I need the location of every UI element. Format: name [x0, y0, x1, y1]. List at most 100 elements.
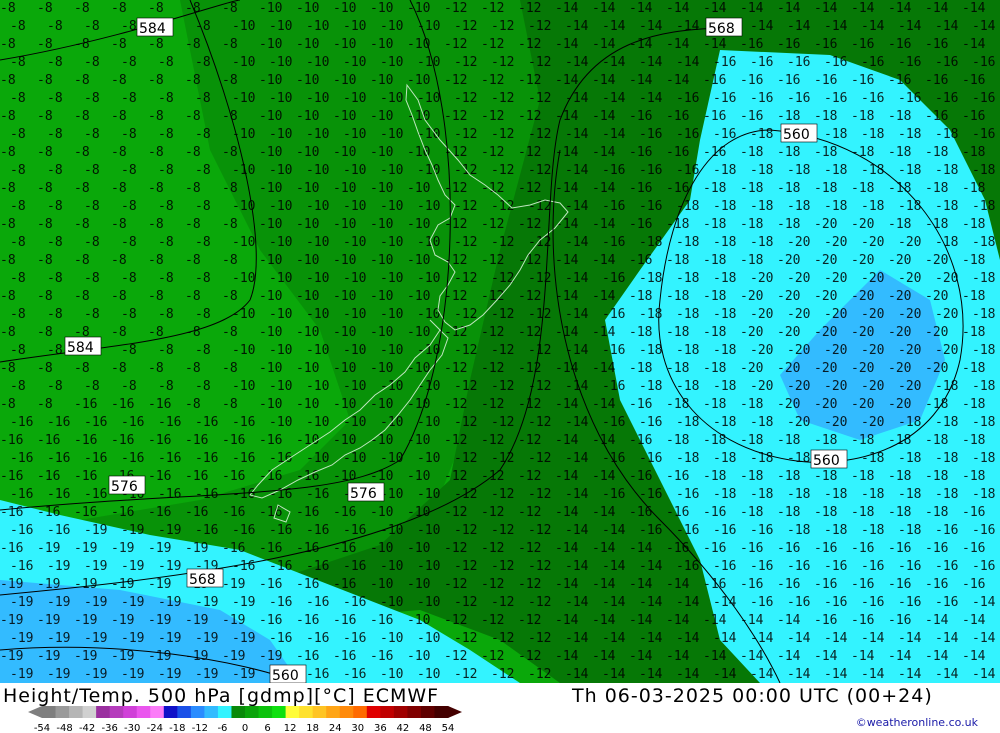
colorbar-swatch: [69, 706, 84, 718]
colorbar-swatch: [285, 706, 300, 718]
temperature-value-label: -8: [222, 217, 238, 232]
temperature-value-label: -14: [824, 19, 848, 34]
temperature-value-label: -10: [370, 397, 393, 412]
temperature-value-label: -8: [0, 217, 16, 232]
temperature-value-label: -8: [74, 253, 90, 268]
temperature-value-label: -12: [528, 91, 551, 106]
temperature-value-label: -14: [565, 55, 589, 70]
temperature-value-label: -20: [888, 253, 911, 268]
temperature-value-label: -16: [787, 55, 810, 70]
temperature-value-label: -18: [750, 415, 773, 430]
temperature-value-label: -12: [518, 37, 541, 52]
temperature-value-label: -18: [777, 109, 800, 124]
temperature-value-label: -18: [925, 469, 948, 484]
credit-link[interactable]: ©weatheronline.co.uk: [856, 716, 978, 729]
temperature-value-label: -18: [962, 397, 985, 412]
temperature-value-label: -12: [491, 379, 514, 394]
temperature-value-label: -14: [555, 397, 579, 412]
temperature-value-label: -12: [518, 325, 541, 340]
temperature-value-label: -12: [491, 127, 514, 142]
temperature-value-label: -16: [676, 127, 699, 142]
colorbar-swatch: [258, 706, 273, 718]
temperature-value-label: -18: [676, 343, 699, 358]
temperature-value-label: -8: [84, 271, 100, 286]
temperature-value-label: -10: [296, 37, 319, 52]
temperature-value-label: -8: [10, 127, 26, 142]
temperature-value-label: -8: [74, 145, 90, 160]
temperature-value-label: -16: [148, 469, 171, 484]
temperature-value-label: -18: [629, 289, 652, 304]
temperature-value-label: -14: [861, 19, 885, 34]
temperature-value-label: -16: [740, 73, 763, 88]
temperature-value-label: -18: [814, 145, 837, 160]
temperature-value-label: -20: [777, 361, 800, 376]
temperature-value-label: -8: [111, 361, 127, 376]
temperature-value-label: -16: [851, 577, 874, 592]
temperature-value-label: -19: [121, 523, 144, 538]
temperature-value-label: -16: [333, 541, 356, 556]
temperature-value-label: -19: [84, 631, 107, 646]
temperature-value-label: -18: [972, 163, 995, 178]
temperature-value-label: -12: [454, 199, 477, 214]
temperature-value-label: -8: [47, 379, 63, 394]
temperature-value-label: -20: [888, 325, 911, 340]
temperature-value-label: -14: [666, 613, 690, 628]
temperature-value-label: -20: [851, 217, 874, 232]
temperature-value-label: -12: [454, 523, 477, 538]
temperature-value-label: -8: [195, 91, 211, 106]
temperature-value-label: -10: [380, 667, 403, 682]
temperature-value-label: -16: [666, 541, 689, 556]
temperature-value-label: -16: [222, 433, 245, 448]
contour-label-560-east: 560: [780, 123, 818, 143]
temperature-value-label: -16: [703, 109, 726, 124]
temperature-value-label: -12: [518, 289, 541, 304]
temperature-value-label: -16: [888, 577, 911, 592]
colorbar-swatch: [326, 706, 341, 718]
temperature-value-label: -14: [565, 559, 589, 574]
temperature-value-label: -19: [121, 631, 144, 646]
temperature-value-label: -12: [454, 271, 477, 286]
temperature-value-label: -8: [148, 217, 164, 232]
temperature-value-label: -12: [481, 433, 504, 448]
colorbar-arrow-right: [448, 706, 462, 718]
temperature-value-label: -12: [518, 613, 541, 628]
temperature-value-label: -8: [47, 91, 63, 106]
temperature-value-label: -20: [925, 361, 948, 376]
temperature-value-label: -10: [333, 145, 356, 160]
temperature-value-label: -10: [269, 343, 292, 358]
temperature-value-label: -10: [296, 1, 319, 16]
temperature-value-label: -16: [629, 433, 652, 448]
temperature-value-label: -20: [814, 325, 837, 340]
temperature-value-label: -14: [555, 649, 579, 664]
temperature-value-label: -16: [962, 73, 985, 88]
temperature-value-label: -14: [555, 613, 579, 628]
temperature-value-label: -10: [269, 379, 292, 394]
contour-label-584-top: 584: [136, 17, 174, 37]
temperature-value-label: -16: [861, 559, 884, 574]
temperature-value-label: -16: [602, 307, 625, 322]
temperature-value-label: -16: [713, 55, 736, 70]
temperature-value-label: -10: [380, 523, 403, 538]
temperature-value-label: -20: [824, 379, 847, 394]
temperature-value-label: -14: [639, 91, 663, 106]
temperature-value-label: -18: [777, 469, 800, 484]
temperature-value-label: -12: [518, 181, 541, 196]
temperature-value-label: -16: [787, 595, 810, 610]
temperature-value-label: -12: [518, 217, 541, 232]
temperature-value-label: -14: [676, 55, 700, 70]
temperature-value-label: -12: [528, 631, 551, 646]
colorbar-swatch: [366, 706, 381, 718]
temperature-value-label: -18: [713, 199, 736, 214]
temperature-value-label: -14: [740, 1, 764, 16]
temperature-value-label: -10: [407, 325, 430, 340]
temperature-value-label: -18: [935, 415, 958, 430]
temperature-value-label: -8: [158, 91, 174, 106]
temperature-value-label: -10: [306, 379, 329, 394]
temperature-value-label: -16: [602, 451, 625, 466]
temperature-value-label: -8: [74, 361, 90, 376]
temperature-value-label: -10: [380, 307, 403, 322]
temperature-value-label: -20: [814, 361, 837, 376]
temperature-value-label: -20: [851, 253, 874, 268]
temperature-value-label: -8: [195, 379, 211, 394]
temperature-value-label: -10: [370, 289, 393, 304]
